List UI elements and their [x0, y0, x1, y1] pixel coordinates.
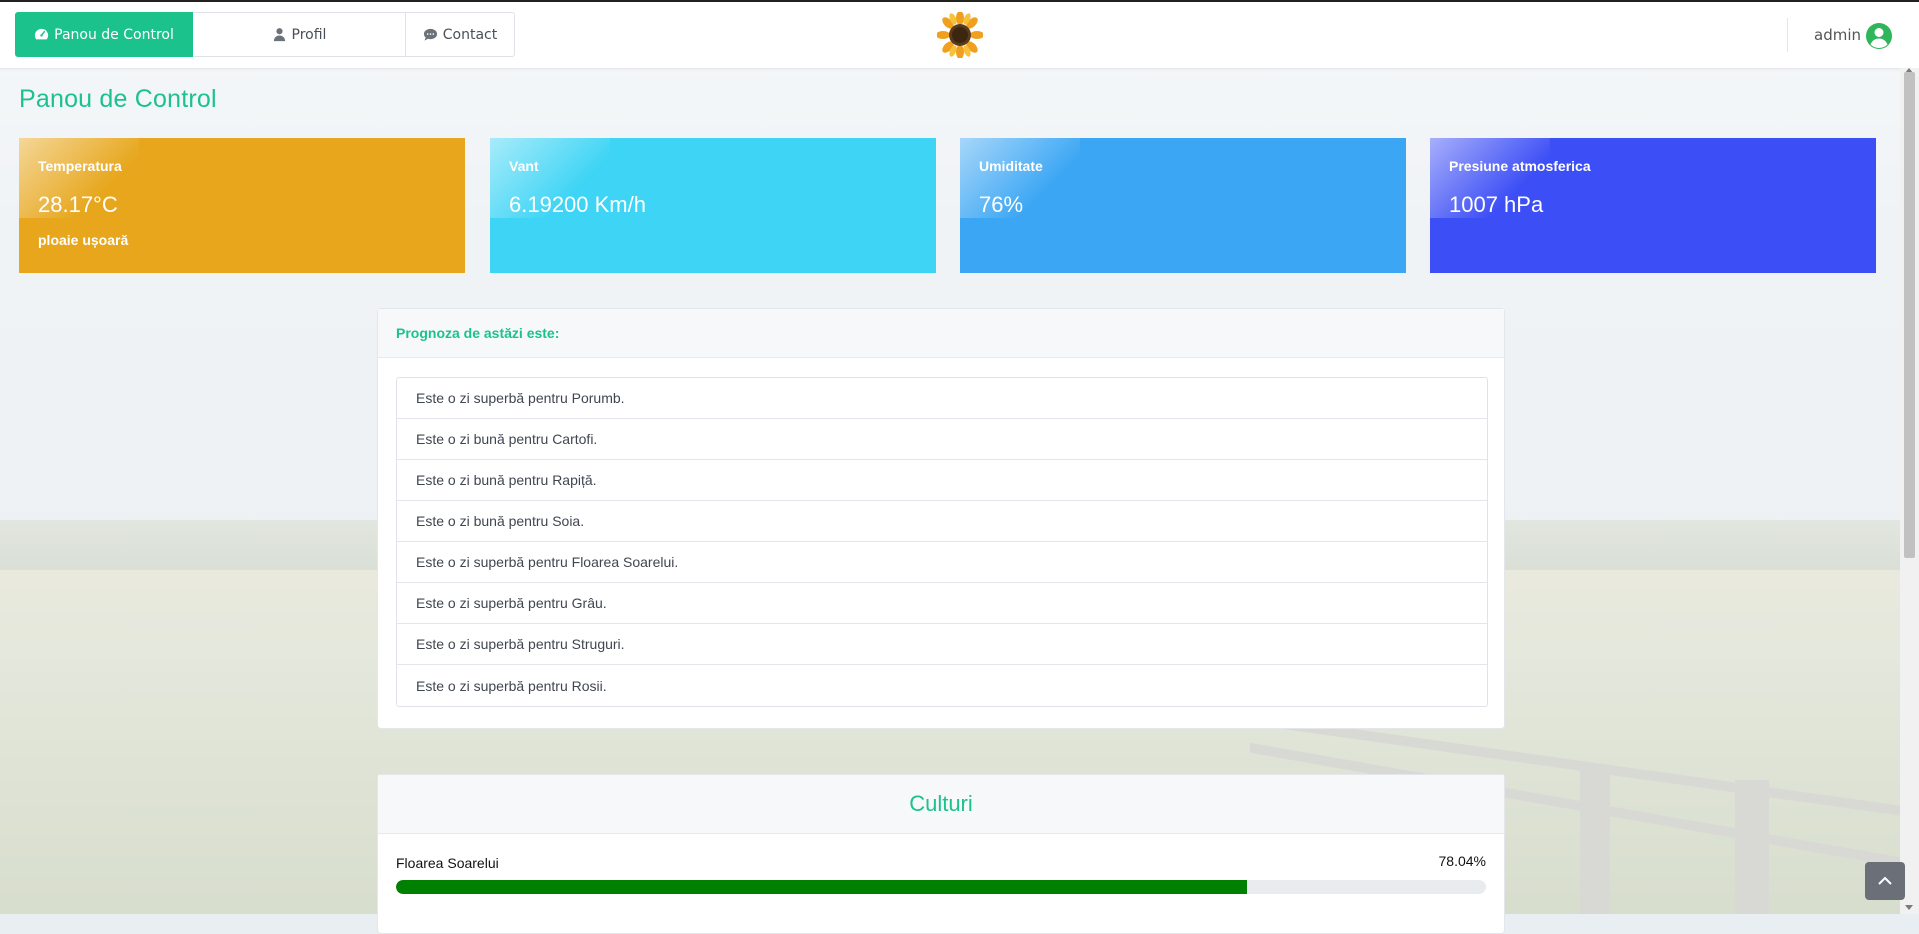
tab-contact[interactable]: Contact: [406, 12, 515, 57]
tab-label: Contact: [442, 26, 498, 43]
user-circle-icon[interactable]: [1865, 22, 1893, 50]
forecast-panel: Prognoza de astăzi este: Este o zi super…: [377, 308, 1505, 729]
nav-divider: [1787, 18, 1788, 52]
list-item: Este o zi bună pentru Cartofi.: [397, 419, 1487, 460]
temperature-card: Temperatura 28.17°C ploaie ușoară: [19, 138, 465, 273]
sunflower-logo[interactable]: [937, 12, 983, 58]
top-navbar: Panou de Control Profil Contact admin: [0, 2, 1919, 69]
card-value: 76%: [979, 192, 1024, 217]
card-title: Umiditate: [979, 158, 1043, 174]
crop-name: Floarea Soarelui: [396, 855, 499, 871]
chat-icon: [423, 28, 437, 41]
tab-label: Panou de Control: [54, 26, 174, 43]
crop-row: Floarea Soarelui 78.04%: [396, 853, 1486, 894]
tab-profil[interactable]: Profil: [193, 12, 406, 57]
scrollbar-thumb[interactable]: [1904, 72, 1915, 558]
list-item: Este o zi bună pentru Soia.: [397, 501, 1487, 542]
vertical-scrollbar[interactable]: [1900, 68, 1919, 914]
chevron-up-icon: [1878, 876, 1892, 885]
forecast-list: Este o zi superbă pentru Porumb. Este o …: [396, 377, 1488, 707]
card-value: 28.17°C: [38, 192, 118, 217]
scroll-down-arrow-icon[interactable]: [1905, 905, 1913, 910]
pressure-card: Presiune atmosferica 1007 hPa: [1430, 138, 1876, 273]
progress-bar: [396, 880, 1486, 894]
card-value: 6.19200 Km/h: [509, 192, 646, 217]
page-title: Panou de Control: [19, 85, 217, 113]
card-subtitle: ploaie ușoară: [38, 232, 129, 248]
list-item: Este o zi superbă pentru Floarea Soarelu…: [397, 542, 1487, 583]
tab-label: Profil: [291, 26, 327, 43]
list-item: Este o zi superbă pentru Struguri.: [397, 624, 1487, 665]
card-title: Vant: [509, 158, 539, 174]
nav-tabs: Panou de Control Profil Contact: [15, 12, 515, 57]
list-item: Este o zi bună pentru Rapiță.: [397, 460, 1487, 501]
crops-heading: Culturi: [378, 775, 1504, 834]
progress-fill: [396, 880, 1247, 894]
user-icon: [273, 28, 285, 42]
main-content: Panou de Control Temperatura 28.17°C plo…: [0, 68, 1900, 934]
user-name[interactable]: admin: [1814, 26, 1861, 44]
list-item: Este o zi superbă pentru Rosii.: [416, 677, 607, 694]
crop-percent: 78.04%: [1438, 853, 1486, 869]
dashboard-icon: [35, 28, 49, 40]
card-title: Temperatura: [38, 158, 122, 174]
wind-card: Vant 6.19200 Km/h: [490, 138, 936, 273]
tab-panou-de-control[interactable]: Panou de Control: [15, 12, 193, 57]
crops-panel: Culturi Floarea Soarelui 78.04%: [377, 774, 1505, 934]
top-border: [0, 0, 1919, 2]
list-item: Este o zi superbă pentru Grâu.: [397, 583, 1487, 624]
back-to-top-button[interactable]: [1865, 862, 1905, 900]
humidity-card: Umiditate 76%: [960, 138, 1406, 273]
list-item: Este o zi superbă pentru Porumb.: [397, 378, 1487, 419]
card-title: Presiune atmosferica: [1449, 158, 1591, 174]
card-value: 1007 hPa: [1449, 192, 1544, 217]
forecast-heading: Prognoza de astăzi este:: [378, 309, 1504, 358]
